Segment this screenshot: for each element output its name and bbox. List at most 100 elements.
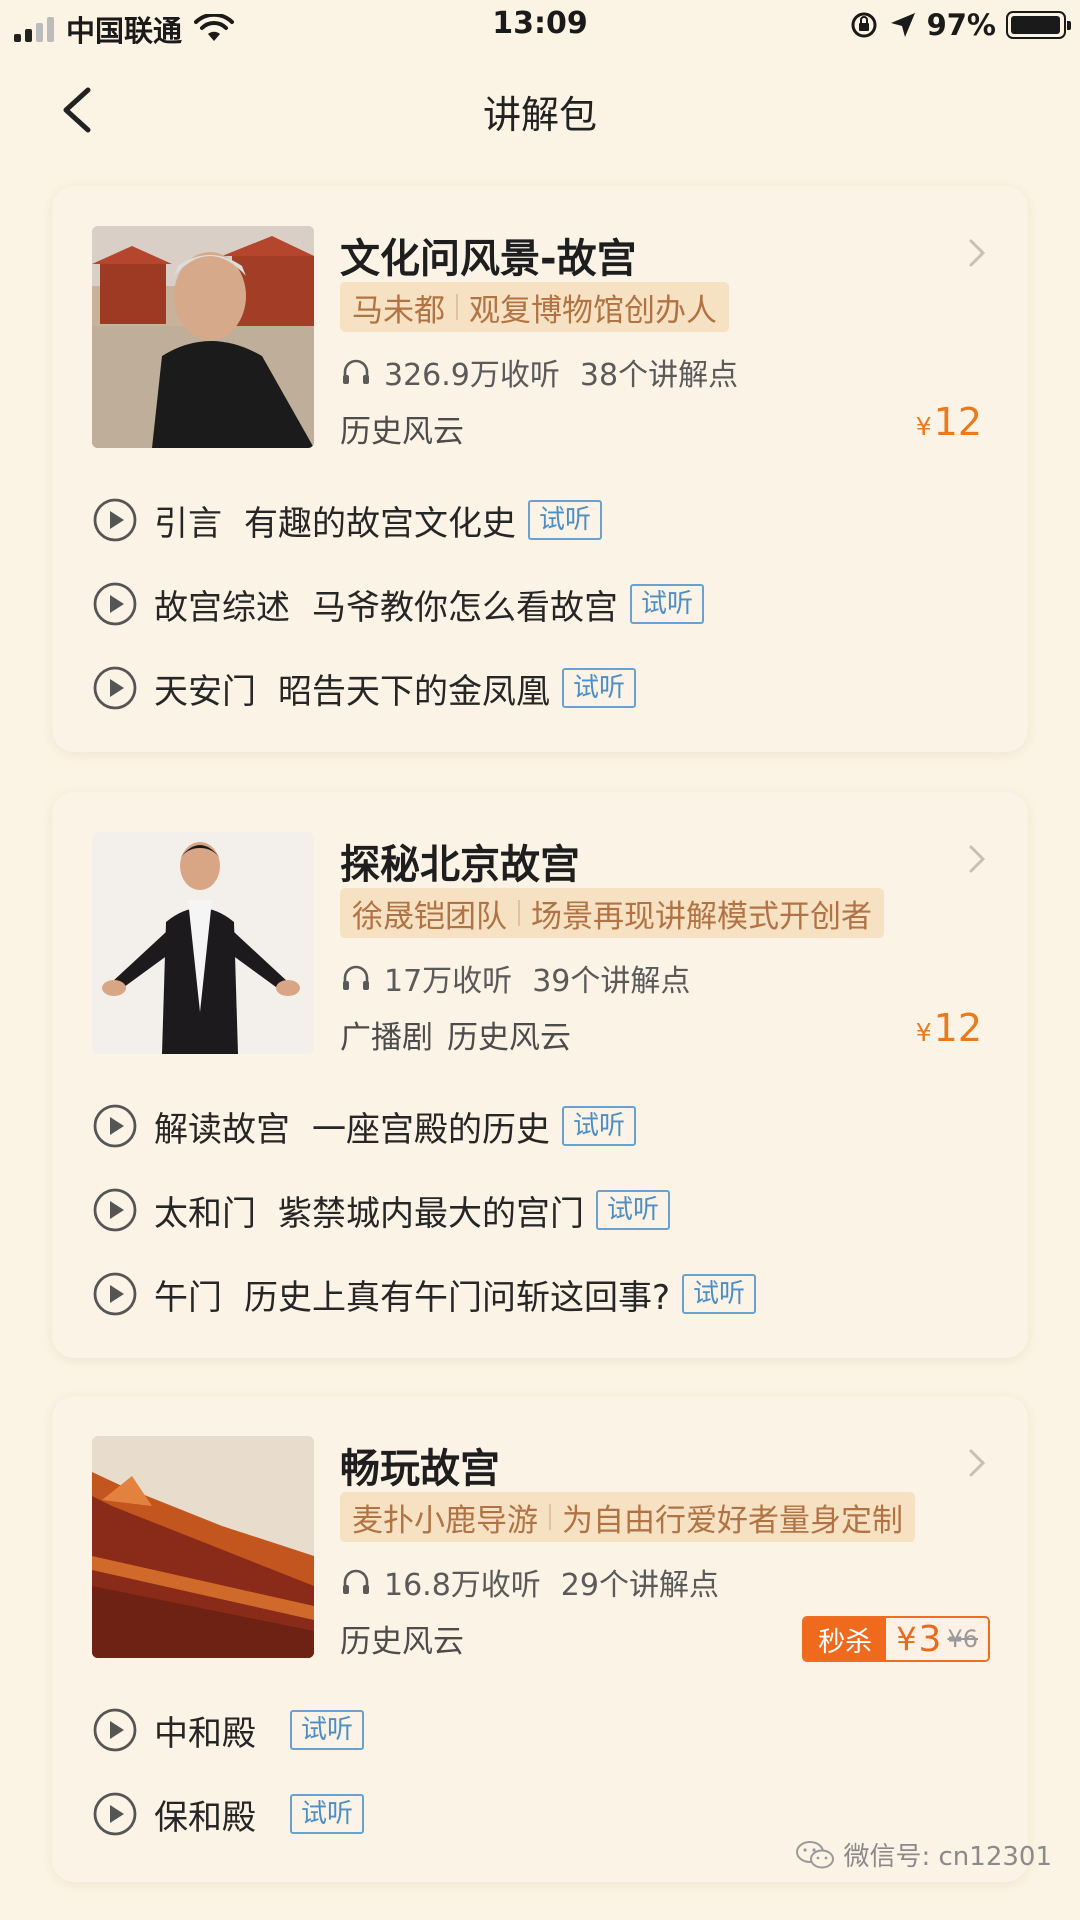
play-circle-icon[interactable] bbox=[92, 1271, 138, 1317]
orientation-lock-icon bbox=[851, 12, 877, 38]
package-info: 文化问风景-故宫 马未都 观复博物馆创办人 326.9万收听 38个讲解点 历史… bbox=[340, 226, 992, 451]
trial-listen-button[interactable]: 试听 bbox=[682, 1274, 757, 1314]
package-title: 文化问风景-故宫 bbox=[340, 236, 637, 282]
play-circle-icon[interactable] bbox=[92, 1103, 138, 1149]
package-stats: 17万收听 39个讲解点 bbox=[340, 956, 690, 1000]
trial-listen-button[interactable]: 试听 bbox=[528, 500, 603, 540]
tag: 历史风云 bbox=[340, 1624, 464, 1660]
point-count: 29个讲解点 bbox=[560, 1568, 719, 1603]
package-header[interactable]: 探秘北京故宫 徐晟铠团队 场景再现讲解模式开创者 17万收听 39个讲解点 广播… bbox=[92, 832, 992, 1057]
trial-listen-button[interactable]: 试听 bbox=[630, 584, 705, 624]
listen-count: 16.8万收听 bbox=[384, 1568, 541, 1603]
track-item[interactable]: 太和门 紫禁城内最大的宫门 试听 bbox=[92, 1168, 992, 1252]
package-card[interactable]: 畅玩故宫 麦扑小鹿导游 为自由行爱好者量身定制 16.8万收听 29个讲解点 历… bbox=[52, 1396, 1028, 1882]
location-arrow-icon bbox=[890, 13, 915, 37]
trial-listen-button[interactable]: 试听 bbox=[562, 668, 637, 708]
package-header[interactable]: 文化问风景-故宫 马未都 观复博物馆创办人 326.9万收听 38个讲解点 历史… bbox=[92, 226, 992, 451]
sale-price: ¥3 ¥6 bbox=[886, 1618, 988, 1660]
package-title: 畅玩故宫 bbox=[340, 1446, 500, 1492]
author-name: 马未都 bbox=[352, 292, 445, 329]
chevron-right-icon[interactable] bbox=[966, 842, 988, 876]
author-role: 观复博物馆创办人 bbox=[469, 292, 717, 329]
author-badge: 徐晟铠团队 场景再现讲解模式开创者 bbox=[340, 888, 884, 938]
play-circle-icon[interactable] bbox=[92, 581, 138, 627]
nav-bar: 讲解包 bbox=[0, 60, 1080, 160]
trial-listen-button[interactable]: 试听 bbox=[290, 1710, 365, 1750]
package-stats: 326.9万收听 38个讲解点 bbox=[340, 350, 738, 394]
track-list: 引言 有趣的故宫文化史 试听 故宫综述 马爷教你怎么看故宫 试听 天安门 昭告天… bbox=[92, 478, 992, 730]
currency-symbol: ¥ bbox=[915, 412, 932, 441]
trial-listen-button[interactable]: 试听 bbox=[596, 1190, 671, 1230]
price-value: 12 bbox=[933, 1006, 982, 1050]
track-description: 有趣的故宫文化史 bbox=[244, 503, 516, 544]
wechat-icon bbox=[796, 1840, 835, 1868]
package-card[interactable]: 文化问风景-故宫 马未都 观复博物馆创办人 326.9万收听 38个讲解点 历史… bbox=[52, 186, 1028, 752]
watermark-text: 微信号: cn12301 bbox=[843, 1842, 1052, 1872]
track-name: 午门 bbox=[154, 1277, 222, 1318]
track-description: 一座宫殿的历史 bbox=[312, 1109, 550, 1150]
track-item[interactable]: 午门 历史上真有午门问斩这回事? 试听 bbox=[92, 1252, 992, 1336]
page: 中国联通 13:09 97% 讲解包 文化问风景-故宫 马未都 观复博物馆创办人… bbox=[0, 0, 1080, 1920]
battery-percent: 97% bbox=[926, 8, 996, 42]
package-title: 探秘北京故宫 bbox=[340, 842, 580, 888]
track-item[interactable]: 引言 有趣的故宫文化史 试听 bbox=[92, 478, 992, 562]
play-circle-icon[interactable] bbox=[92, 497, 138, 543]
track-item[interactable]: 天安门 昭告天下的金凤凰 试听 bbox=[92, 646, 992, 730]
chevron-right-icon[interactable] bbox=[966, 236, 988, 270]
divider bbox=[518, 900, 520, 926]
track-list: 解读故宫 一座宫殿的历史 试听 太和门 紫禁城内最大的宫门 试听 午门 历史上真… bbox=[92, 1084, 992, 1336]
flash-sale-badge[interactable]: 秒杀 ¥3 ¥6 bbox=[802, 1616, 990, 1662]
package-tags: 历史风云 bbox=[340, 406, 464, 451]
battery-icon bbox=[1006, 11, 1071, 39]
package-tags: 历史风云 bbox=[340, 1616, 464, 1661]
price: ¥12 bbox=[916, 1006, 982, 1050]
track-item[interactable]: 中和殿 试听 bbox=[92, 1688, 992, 1772]
track-description: 历史上真有午门问斩这回事? bbox=[244, 1277, 671, 1318]
track-description: 马爷教你怎么看故宫 bbox=[312, 587, 618, 628]
page-title: 讲解包 bbox=[482, 93, 597, 137]
play-circle-icon[interactable] bbox=[92, 665, 138, 711]
package-info: 畅玩故宫 麦扑小鹿导游 为自由行爱好者量身定制 16.8万收听 29个讲解点 历… bbox=[340, 1436, 992, 1662]
tag: 历史风云 bbox=[447, 1020, 571, 1056]
wechat-watermark: 微信号: cn12301 bbox=[795, 1836, 1052, 1873]
track-item[interactable]: 故宫综述 马爷教你怎么看故宫 试听 bbox=[92, 562, 992, 646]
author-badge: 马未都 观复博物馆创办人 bbox=[340, 282, 729, 332]
status-right: 97% bbox=[849, 8, 1071, 42]
tag: 历史风云 bbox=[340, 414, 464, 450]
trial-listen-button[interactable]: 试听 bbox=[562, 1106, 637, 1146]
listen-count: 326.9万收听 bbox=[384, 358, 560, 393]
package-card[interactable]: 探秘北京故宫 徐晟铠团队 场景再现讲解模式开创者 17万收听 39个讲解点 广播… bbox=[52, 792, 1028, 1358]
point-count: 38个讲解点 bbox=[579, 358, 739, 393]
track-name: 太和门 bbox=[154, 1193, 256, 1234]
trial-listen-button[interactable]: 试听 bbox=[290, 1794, 365, 1834]
point-count: 39个讲解点 bbox=[532, 964, 691, 999]
package-header[interactable]: 畅玩故宫 麦扑小鹿导游 为自由行爱好者量身定制 16.8万收听 29个讲解点 历… bbox=[92, 1436, 992, 1662]
track-description: 紫禁城内最大的宫门 bbox=[278, 1193, 584, 1234]
package-cover-image bbox=[92, 1436, 314, 1658]
package-stats: 16.8万收听 29个讲解点 bbox=[340, 1560, 719, 1604]
currency-symbol: ¥ bbox=[915, 1018, 932, 1047]
price-value: 12 bbox=[933, 400, 982, 444]
play-circle-icon[interactable] bbox=[92, 1707, 138, 1753]
package-tags: 广播剧 历史风云 bbox=[340, 1012, 571, 1057]
author-role: 为自由行爱好者量身定制 bbox=[562, 1502, 903, 1539]
track-name: 解读故宫 bbox=[154, 1109, 290, 1150]
play-circle-icon[interactable] bbox=[92, 1791, 138, 1837]
battery-level bbox=[1011, 16, 1060, 34]
play-circle-icon[interactable] bbox=[92, 1187, 138, 1233]
track-name: 保和殿 bbox=[154, 1797, 256, 1838]
track-name: 天安门 bbox=[154, 671, 256, 712]
price: ¥12 bbox=[916, 400, 982, 444]
headphones-icon bbox=[343, 965, 369, 990]
chevron-right-icon[interactable] bbox=[966, 1446, 988, 1480]
headphones-icon bbox=[343, 1569, 369, 1594]
track-name: 故宫综述 bbox=[154, 587, 290, 628]
author-badge: 麦扑小鹿导游 为自由行爱好者量身定制 bbox=[340, 1492, 915, 1542]
author-role: 场景再现讲解模式开创者 bbox=[531, 898, 872, 935]
status-bar: 中国联通 13:09 97% bbox=[0, 0, 1080, 52]
listen-count: 17万收听 bbox=[384, 964, 513, 999]
flash-sale-label: 秒杀 bbox=[804, 1618, 887, 1660]
track-item[interactable]: 解读故宫 一座宫殿的历史 试听 bbox=[92, 1084, 992, 1168]
package-cover-image bbox=[92, 226, 314, 448]
track-description: 昭告天下的金凤凰 bbox=[278, 671, 550, 712]
